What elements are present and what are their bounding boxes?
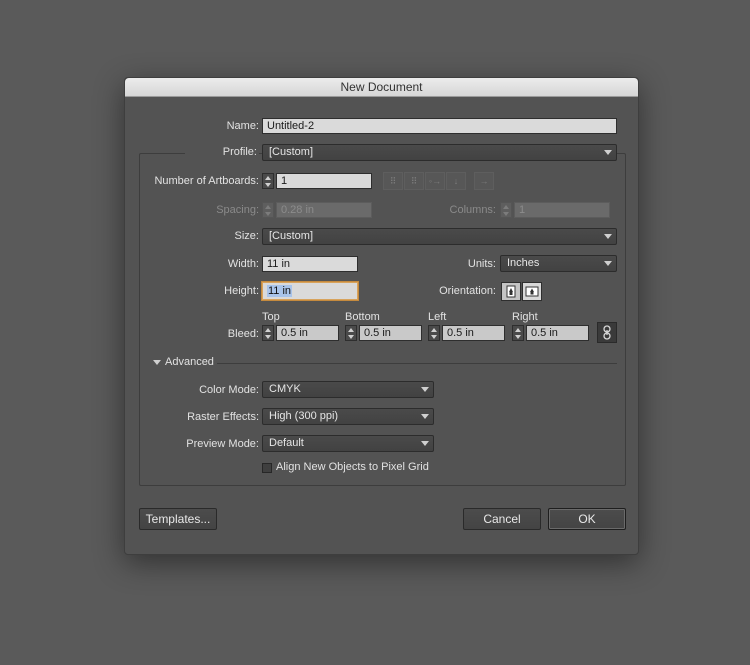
new-document-dialog: New Document Name: Untitled-2 Profile: [… xyxy=(124,77,639,555)
artboards-input[interactable]: 1 xyxy=(276,173,372,189)
spacing-stepper xyxy=(262,202,274,218)
height-input[interactable]: 11 in xyxy=(262,282,358,300)
height-input-value: 11 in xyxy=(267,285,293,297)
bleed-left-stepper[interactable] xyxy=(428,325,440,341)
columns-input: 1 xyxy=(514,202,610,218)
align-pixel-grid-checkbox[interactable] xyxy=(262,463,272,473)
width-input[interactable]: 11 in xyxy=(262,256,358,272)
bleed-right-stepper[interactable] xyxy=(512,325,524,341)
chain-link-icon[interactable] xyxy=(597,322,617,343)
disclosure-triangle-icon[interactable] xyxy=(153,360,161,365)
templates-button[interactable]: Templates... xyxy=(139,508,217,530)
artboards-stepper[interactable] xyxy=(262,173,274,189)
ok-button[interactable]: OK xyxy=(548,508,626,530)
grid-by-row-icon: ⠿ xyxy=(383,172,403,190)
bleed-top-input[interactable]: 0.5 in xyxy=(276,325,339,341)
chevron-down-icon xyxy=(604,234,612,239)
bleed-left-label: Left xyxy=(428,311,447,323)
spacing-input: 0.28 in xyxy=(276,202,372,218)
dialog-title: New Document xyxy=(125,78,638,97)
units-dropdown-value: Inches xyxy=(507,257,540,269)
profile-label: Profile: xyxy=(185,144,259,160)
raster-effects-dropdown[interactable]: High (300 ppi) xyxy=(262,408,434,425)
bleed-bottom-label: Bottom xyxy=(345,311,380,323)
grid-by-column-icon: ⠿ xyxy=(404,172,424,190)
bleed-top-label: Top xyxy=(262,311,280,323)
height-label: Height: xyxy=(224,285,259,297)
artboards-label: Number of Artboards: xyxy=(154,175,259,187)
bleed-left-input[interactable]: 0.5 in xyxy=(442,325,505,341)
columns-label: Columns: xyxy=(449,204,496,216)
chevron-down-icon xyxy=(421,414,429,419)
chevron-down-icon xyxy=(604,261,612,266)
bleed-right-input[interactable]: 0.5 in xyxy=(526,325,589,341)
color-mode-value: CMYK xyxy=(269,383,301,395)
bleed-bottom-stepper[interactable] xyxy=(345,325,357,341)
bleed-bottom-input[interactable]: 0.5 in xyxy=(359,325,422,341)
bleed-top-stepper[interactable] xyxy=(262,325,274,341)
profile-dropdown[interactable]: [Custom] xyxy=(262,144,617,161)
bleed-label: Bleed: xyxy=(227,328,259,340)
units-dropdown[interactable]: Inches xyxy=(500,255,617,272)
preview-mode-value: Default xyxy=(269,437,304,449)
color-mode-label: Color Mode: xyxy=(199,384,259,396)
color-mode-dropdown[interactable]: CMYK xyxy=(262,381,434,398)
chevron-down-icon xyxy=(421,441,429,446)
align-pixel-grid-label[interactable]: Align New Objects to Pixel Grid xyxy=(276,461,429,473)
landscape-icon[interactable] xyxy=(522,282,542,301)
raster-effects-value: High (300 ppi) xyxy=(269,410,339,422)
name-input[interactable]: Untitled-2 xyxy=(262,118,617,134)
right-to-left-icon: → xyxy=(474,172,494,190)
size-dropdown[interactable]: [Custom] xyxy=(262,228,617,245)
advanced-toggle[interactable]: Advanced xyxy=(165,356,214,368)
name-label: Name: xyxy=(226,120,259,132)
orientation-label: Orientation: xyxy=(439,285,496,297)
preview-mode-label: Preview Mode: xyxy=(186,438,259,450)
width-label: Width: xyxy=(227,258,259,270)
arrange-by-column-icon: ↓ xyxy=(446,172,466,190)
raster-effects-label: Raster Effects: xyxy=(187,411,259,423)
profile-dropdown-value: [Custom] xyxy=(269,146,314,158)
cancel-button[interactable]: Cancel xyxy=(463,508,541,530)
advanced-divider xyxy=(217,363,617,364)
units-label: Units: xyxy=(467,258,496,270)
chevron-down-icon xyxy=(604,150,612,155)
preview-mode-dropdown[interactable]: Default xyxy=(262,435,434,452)
arrange-by-row-icon: ◦→ xyxy=(425,172,445,190)
bleed-right-label: Right xyxy=(512,311,538,323)
columns-stepper xyxy=(500,202,512,218)
size-dropdown-value: [Custom] xyxy=(269,230,314,242)
size-label: Size: xyxy=(234,230,259,242)
chevron-down-icon xyxy=(421,387,429,392)
portrait-icon[interactable] xyxy=(501,282,521,301)
spacing-label: Spacing: xyxy=(216,204,259,216)
